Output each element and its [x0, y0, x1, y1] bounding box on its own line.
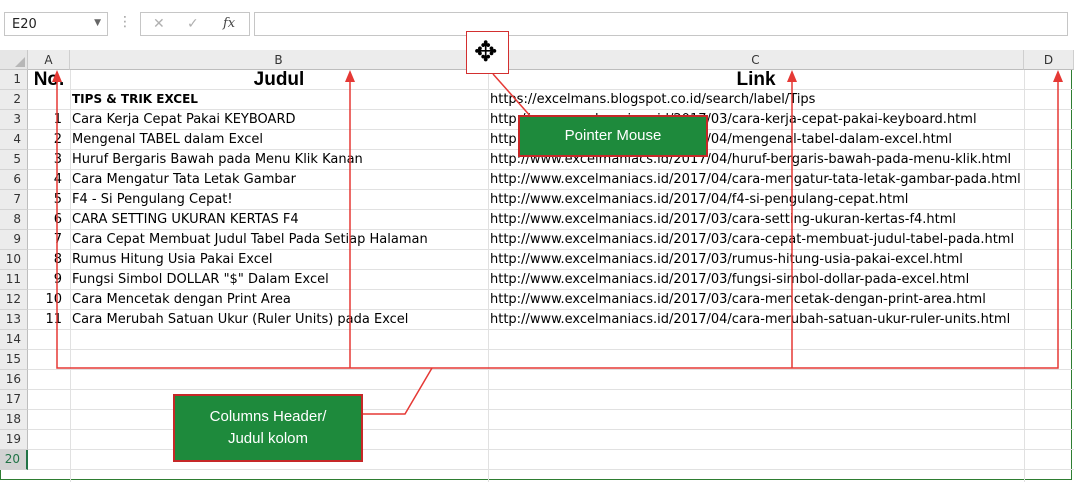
row-header[interactable]: 12 [0, 290, 28, 310]
cell-c[interactable]: http://www.excelmaniacs.id/2017/03/cara-… [490, 210, 956, 229]
cell-b[interactable]: Mengenal TABEL dalam Excel [72, 130, 263, 149]
cell-b[interactable]: F4 - Si Pengulang Cepat! [72, 190, 233, 209]
cell-a[interactable]: 10 [28, 290, 70, 309]
cell-b[interactable]: Cara Mencetak dengan Print Area [72, 290, 291, 309]
cell-a[interactable] [28, 90, 70, 109]
cell-c[interactable]: Link [488, 70, 1024, 90]
cell-a[interactable]: 3 [28, 150, 70, 169]
row-header[interactable]: 2 [0, 90, 28, 110]
cell-c[interactable]: http://www.excelmaniacs.id/2017/04/f4-si… [490, 190, 908, 209]
cell-a[interactable] [28, 450, 70, 469]
cell-b[interactable]: Cara Mengatur Tata Letak Gambar [72, 170, 296, 189]
cell-b[interactable]: Rumus Hitung Usia Pakai Excel [72, 250, 273, 269]
cell-c[interactable]: http://www.excelmaniacs.id/2017/04/cara-… [490, 310, 1010, 329]
cell-c[interactable]: http://www.excelmaniacs.id/2017/04/cara-… [490, 170, 1021, 189]
cell-a[interactable]: 11 [28, 310, 70, 329]
cell-a[interactable] [28, 350, 70, 369]
row-header[interactable]: 9 [0, 230, 28, 250]
table-row: 5 F4 - Si Pengulang Cepat! http://www.exce… [28, 190, 1074, 210]
cell-b[interactable]: TIPS & TRIK EXCEL [72, 90, 198, 109]
table-row: 8 Rumus Hitung Usia Pakai Excel http://www… [28, 250, 1074, 270]
chevron-down-icon[interactable]: ▼ [94, 18, 101, 28]
row-header[interactable]: 16 [0, 370, 28, 390]
table-row [28, 330, 1074, 350]
column-header-a[interactable]: A [28, 50, 70, 70]
cell-a[interactable]: No. [28, 70, 70, 90]
cell-a[interactable] [28, 330, 70, 349]
cell-c[interactable]: http://www.excelmaniacs.id/2017/03/cara-… [490, 290, 986, 309]
pointer-highlight: ✥ [466, 31, 509, 74]
enter-icon[interactable]: ✓ [187, 16, 199, 32]
cell-a[interactable]: 5 [28, 190, 70, 209]
cell-a[interactable] [28, 430, 70, 449]
table-row: TIPS & TRIK EXCEL https://excelmans.blogs… [28, 90, 1074, 110]
row-header[interactable]: 15 [0, 350, 28, 370]
row-header[interactable]: 3 [0, 110, 28, 130]
row-header[interactable]: 7 [0, 190, 28, 210]
cell-c[interactable]: https://excelmans.blogspot.co.id/search/… [490, 90, 815, 109]
cell-b[interactable]: Cara Kerja Cepat Pakai KEYBOARD [72, 110, 295, 129]
cell-a[interactable] [28, 390, 70, 409]
select-all-button[interactable] [0, 50, 28, 70]
row-header[interactable]: 13 [0, 310, 28, 330]
formula-bar: E20 ▼ ⋮ ✕ ✓ fx [0, 0, 1074, 50]
table-row: 11 Cara Merubah Satuan Ukur (Ruler Units)… [28, 310, 1074, 330]
row-header[interactable]: 14 [0, 330, 28, 350]
table-row: 7 Cara Cepat Membuat Judul Tabel Pada Set… [28, 230, 1074, 250]
cell-b[interactable]: Cara Cepat Membuat Judul Tabel Pada Seti… [72, 230, 428, 249]
cell-a[interactable]: 9 [28, 270, 70, 289]
cell-b[interactable]: Huruf Bergaris Bawah pada Menu Klik Kana… [72, 150, 363, 169]
cancel-icon[interactable]: ✕ [153, 16, 165, 32]
cell-a[interactable]: 8 [28, 250, 70, 269]
row-header[interactable]: 19 [0, 430, 28, 450]
table-row: 4 Cara Mengatur Tata Letak Gambar http://w… [28, 170, 1074, 190]
table-row: 10 Cara Mencetak dengan Print Area http://… [28, 290, 1074, 310]
drag-handle-icon[interactable]: ⋮ [118, 14, 133, 30]
table-row: 9 Fungsi Simbol DOLLAR "$" Dalam Excel htt… [28, 270, 1074, 290]
insert-function-icon[interactable]: fx [223, 16, 235, 31]
row-header[interactable]: 6 [0, 170, 28, 190]
cell-a[interactable]: 1 [28, 110, 70, 129]
name-box-value: E20 [12, 17, 37, 32]
formula-input[interactable] [254, 12, 1068, 36]
cell-a[interactable] [28, 370, 70, 389]
cell-a[interactable]: 7 [28, 230, 70, 249]
row-header[interactable]: 5 [0, 150, 28, 170]
row-header[interactable]: 18 [0, 410, 28, 430]
cell-c[interactable]: http://www.excelmaniacs.id/2017/03/rumus… [490, 250, 963, 269]
pointer-mouse-callout: Pointer Mouse [518, 115, 708, 157]
table-row: No. Judul Link [28, 70, 1074, 90]
row-header[interactable]: 4 [0, 130, 28, 150]
columns-header-label-1: Columns Header/ [209, 408, 327, 425]
cell-a[interactable]: 6 [28, 210, 70, 229]
row-header[interactable]: 20 [0, 450, 28, 470]
row-header[interactable]: 8 [0, 210, 28, 230]
column-header-c[interactable]: C [488, 50, 1024, 70]
row-header[interactable]: 1 [0, 70, 28, 90]
table-row: 6 CARA SETTING UKURAN KERTAS F4 http://www… [28, 210, 1074, 230]
row-header[interactable]: 10 [0, 250, 28, 270]
cell-c[interactable]: http://www.excelmaniacs.id/2017/03/cara-… [490, 230, 1014, 249]
cell-b[interactable]: Fungsi Simbol DOLLAR "$" Dalam Excel [72, 270, 329, 289]
pointer-mouse-label: Pointer Mouse [564, 127, 662, 144]
cell-b[interactable]: CARA SETTING UKURAN KERTAS F4 [72, 210, 299, 229]
table-row [28, 350, 1074, 370]
cell-c[interactable]: http://www.excelmaniacs.id/2017/03/fungs… [490, 270, 969, 289]
column-header-b[interactable]: B [70, 50, 488, 70]
name-box[interactable]: E20 ▼ [4, 12, 108, 36]
column-header-d[interactable]: D [1024, 50, 1074, 70]
cell-b[interactable]: Cara Merubah Satuan Ukur (Ruler Units) p… [72, 310, 408, 329]
move-cursor-icon: ✥ [474, 35, 498, 68]
formula-buttons: ✕ ✓ fx [140, 12, 250, 36]
columns-header-callout: Columns Header/ Judul kolom [173, 394, 363, 462]
cell-a[interactable] [28, 410, 70, 429]
row-header[interactable]: 17 [0, 390, 28, 410]
cell-a[interactable]: 4 [28, 170, 70, 189]
cell-a[interactable]: 2 [28, 130, 70, 149]
columns-header-label-2: Judul kolom [227, 430, 309, 447]
cell-b[interactable]: Judul [70, 70, 488, 90]
row-header[interactable]: 11 [0, 270, 28, 290]
table-row [28, 370, 1074, 390]
